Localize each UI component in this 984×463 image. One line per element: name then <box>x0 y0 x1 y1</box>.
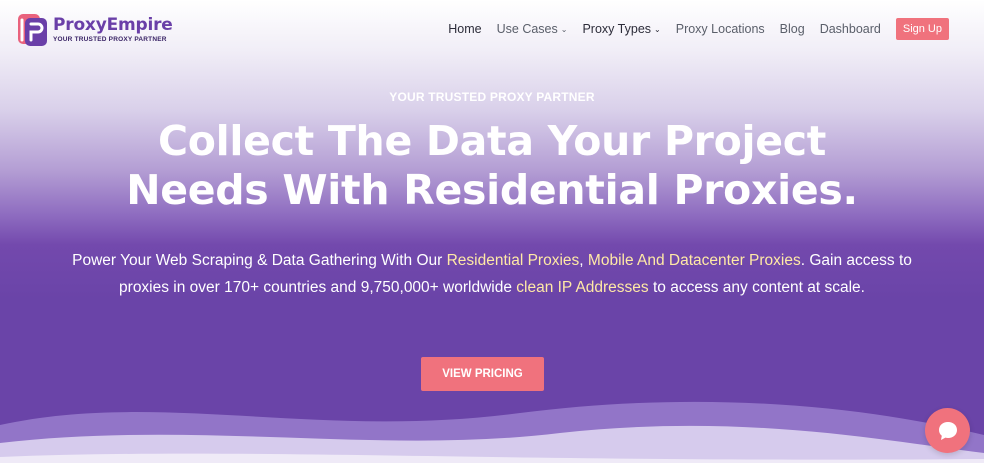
subtext-part-4: to access any content at scale. <box>648 278 865 296</box>
nav-proxy-types-label: Proxy Types <box>582 22 652 36</box>
brand-logo[interactable]: ProxyEmpire YOUR TRUSTED PROXY PARTNER <box>17 11 173 49</box>
chevron-down-icon: ⌄ <box>654 24 661 34</box>
hero-wave-decoration <box>0 401 984 463</box>
logo-mark-icon <box>18 14 47 46</box>
nav-dashboard[interactable]: Dashboard <box>820 22 881 36</box>
chat-bubble-icon <box>938 421 957 440</box>
mobile-datacenter-link[interactable]: Mobile And Datacenter Proxies <box>588 252 801 269</box>
view-pricing-button[interactable]: VIEW PRICING <box>421 357 544 391</box>
main-nav: Home Use Cases ⌄ Proxy Types ⌄ Proxy Locat… <box>433 18 949 40</box>
brand-tagline: YOUR TRUSTED PROXY PARTNER <box>53 36 167 43</box>
hero-subtext: Power Your Web Scraping & Data Gathering… <box>60 248 924 301</box>
nav-dashboard-label: Dashboard <box>819 22 881 36</box>
nav-proxy-locations-label: Proxy Locations <box>675 22 765 36</box>
residential-proxies-link[interactable]: Residential Proxies <box>447 252 580 269</box>
nav-proxy-locations[interactable]: Proxy Locations <box>676 22 765 36</box>
signup-button[interactable]: Sign Up <box>895 18 949 40</box>
chevron-down-icon: ⌄ <box>560 24 568 34</box>
nav-blog-label: Blog <box>779 22 805 36</box>
nav-use-cases[interactable]: Use Cases ⌄ <box>497 22 568 36</box>
headline-line-2: Needs With Residential Proxies. <box>126 166 858 214</box>
hero-eyebrow: YOUR TRUSTED PROXY PARTNER <box>389 90 595 104</box>
site-header: ProxyEmpire YOUR TRUSTED PROXY PARTNER H… <box>0 0 984 58</box>
chat-widget-button[interactable] <box>925 408 970 453</box>
nav-home-label: Home <box>448 22 482 36</box>
hero-headline: Collect The Data Your Project Needs With… <box>0 117 984 215</box>
nav-use-cases-label: Use Cases <box>496 22 558 36</box>
brand-name: ProxyEmpire <box>53 15 173 35</box>
headline-line-1: Collect The Data Your Project <box>157 117 827 165</box>
subtext-part-2: , <box>579 252 588 269</box>
nav-blog[interactable]: Blog <box>780 22 805 36</box>
nav-home[interactable]: Home <box>448 22 481 36</box>
clean-ip-link[interactable]: clean IP Addresses <box>516 279 648 296</box>
nav-proxy-types[interactable]: Proxy Types ⌄ <box>582 22 660 36</box>
subtext-part-1: Power Your Web Scraping & Data Gathering… <box>72 252 447 269</box>
